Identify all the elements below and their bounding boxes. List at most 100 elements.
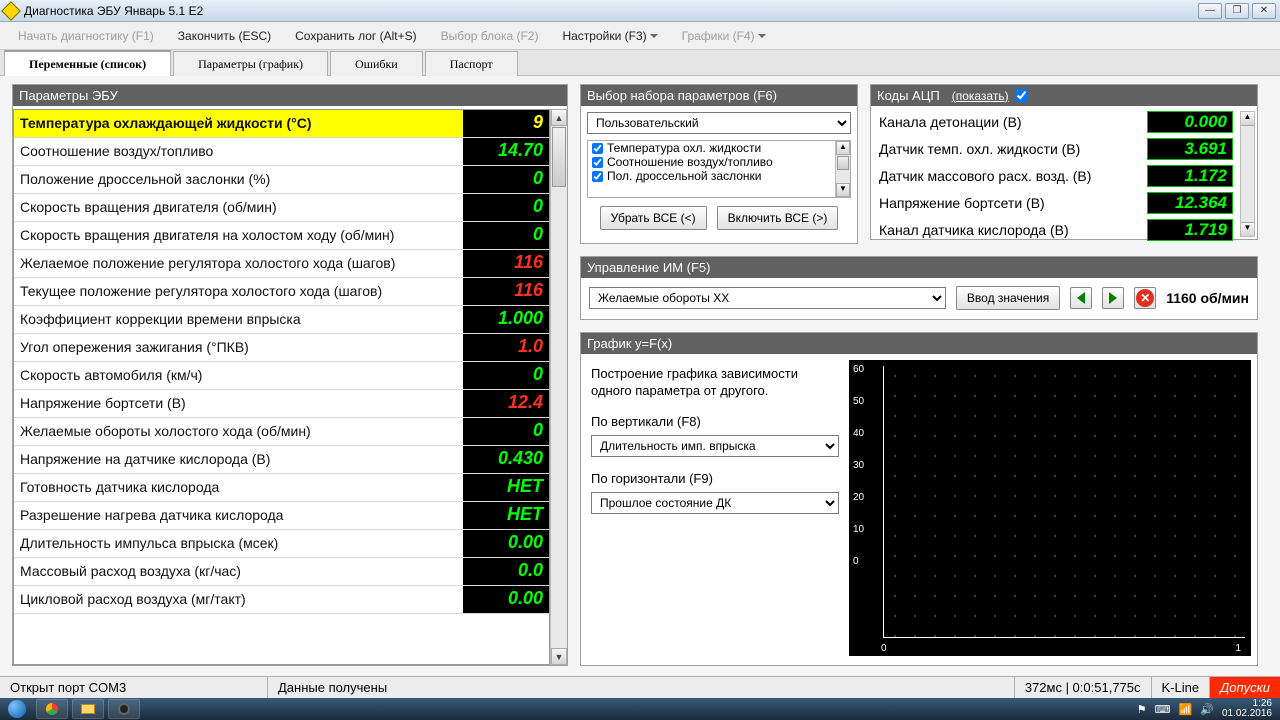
- menu-save-log[interactable]: Сохранить лог (Alt+S): [295, 29, 417, 43]
- param-row[interactable]: Массовый расход воздуха (кг/час)0.0: [14, 558, 549, 586]
- toolbar: Начать диагностику (F1) Закончить (ESC) …: [0, 22, 1280, 50]
- remove-all-button[interactable]: Убрать ВСЕ (<): [600, 206, 707, 230]
- checkbox[interactable]: [592, 143, 603, 154]
- scroll-thumb[interactable]: [837, 156, 849, 170]
- scroll-up-icon[interactable]: ▲: [1241, 112, 1254, 126]
- param-row[interactable]: Скорость вращения двигателя (об/мин)0: [14, 194, 549, 222]
- graph-vlabel: По вертикали (F8): [591, 414, 839, 429]
- tray-keyboard-icon[interactable]: ⌨: [1155, 703, 1171, 716]
- menu-graphs[interactable]: Графики (F4): [682, 29, 766, 43]
- param-value: 0: [463, 194, 549, 221]
- param-value: 12.4: [463, 390, 549, 417]
- param-row[interactable]: Температура охлаждающей жидкости (°C)9: [14, 110, 549, 138]
- param-checklist[interactable]: Температура охл. жидкости Соотношение во…: [587, 140, 851, 198]
- taskbar-app-icon[interactable]: [108, 699, 140, 719]
- checklist-scrollbar[interactable]: ▲ ▼: [835, 141, 850, 197]
- close-button[interactable]: ✕: [1252, 3, 1276, 19]
- taskbar-chrome-icon[interactable]: [36, 699, 68, 719]
- ecu-params-table: Температура охлаждающей жидкости (°C)9Со…: [13, 109, 550, 665]
- checkbox[interactable]: [592, 157, 603, 168]
- status-tolerances[interactable]: Допуски: [1210, 677, 1280, 698]
- tray-clock[interactable]: 1:26 01.02.2016: [1222, 699, 1272, 719]
- adc-body: Канала детонации (В)0.000Датчик темп. ох…: [871, 106, 1257, 245]
- scroll-down-icon[interactable]: ▼: [836, 183, 850, 197]
- param-label: Длительность импульса впрыска (мсек): [14, 530, 463, 557]
- adc-show-checkbox[interactable]: [1015, 89, 1028, 102]
- system-tray[interactable]: ⚑ ⌨ 📶 🔊 1:26 01.02.2016: [1137, 699, 1280, 719]
- param-row[interactable]: Напряжение на датчике кислорода (В)0.430: [14, 446, 549, 474]
- tab-passport[interactable]: Паспорт: [425, 51, 518, 76]
- param-row[interactable]: Разрешение нагрева датчика кислородаНЕТ: [14, 502, 549, 530]
- param-row[interactable]: Скорость автомобиля (км/ч)0: [14, 362, 549, 390]
- x-tick: 1: [1235, 643, 1241, 654]
- param-row[interactable]: Цикловой расход воздуха (мг/такт)0.00: [14, 586, 549, 614]
- tray-flag-icon[interactable]: ⚑: [1137, 703, 1147, 716]
- im-select[interactable]: Желаемые обороты ХХ: [589, 287, 946, 309]
- param-row[interactable]: Скорость вращения двигателя на холостом …: [14, 222, 549, 250]
- param-label: Напряжение бортсети (В): [14, 390, 463, 417]
- param-row[interactable]: Длительность импульса впрыска (мсек)0.00: [14, 530, 549, 558]
- param-row[interactable]: Напряжение бортсети (В)12.4: [14, 390, 549, 418]
- scroll-down-icon[interactable]: ▼: [551, 648, 567, 665]
- start-button[interactable]: [0, 698, 34, 720]
- param-row[interactable]: Положение дроссельной заслонки (%)0: [14, 166, 549, 194]
- tab-variables[interactable]: Переменные (список): [4, 50, 171, 76]
- maximize-button[interactable]: ❐: [1225, 3, 1249, 19]
- ecu-params-header: Параметры ЭБУ: [13, 85, 567, 106]
- im-prev-button[interactable]: [1070, 287, 1092, 309]
- menu-start-diag[interactable]: Начать диагностику (F1): [18, 29, 154, 43]
- windows-orb-icon: [8, 700, 26, 718]
- param-row[interactable]: Соотношение воздух/топливо14.70: [14, 138, 549, 166]
- adc-scrollbar[interactable]: ▲ ▼: [1240, 111, 1255, 237]
- param-value: 0: [463, 222, 549, 249]
- graph-horizontal-select[interactable]: Прошлое состояние ДК: [591, 492, 839, 514]
- param-value: НЕТ: [463, 502, 549, 529]
- graph-controls: Построение графика зависимости одного па…: [581, 354, 849, 662]
- param-row[interactable]: Текущее положение регулятора холостого х…: [14, 278, 549, 306]
- menu-select-block[interactable]: Выбор блока (F2): [441, 29, 539, 43]
- param-label: Положение дроссельной заслонки (%): [14, 166, 463, 193]
- adc-show-link[interactable]: (показать): [952, 89, 1009, 103]
- im-enter-button[interactable]: Ввод значения: [956, 286, 1060, 310]
- minimize-button[interactable]: —: [1198, 3, 1222, 19]
- adc-label: Датчик массового расх. возд. (В): [879, 168, 1141, 184]
- scroll-up-icon[interactable]: ▲: [836, 141, 850, 155]
- scroll-up-icon[interactable]: ▲: [551, 109, 567, 126]
- checkbox[interactable]: [592, 171, 603, 182]
- param-row[interactable]: Желаемое положение регулятора холостого …: [14, 250, 549, 278]
- taskbar-explorer-icon[interactable]: [72, 699, 104, 719]
- tab-errors[interactable]: Ошибки: [330, 51, 423, 76]
- param-label: Угол опережения зажигания (°ПКВ): [14, 334, 463, 361]
- scroll-thumb[interactable]: [552, 127, 566, 187]
- param-row[interactable]: Угол опережения зажигания (°ПКВ)1.0: [14, 334, 549, 362]
- param-label: Текущее положение регулятора холостого х…: [14, 278, 463, 305]
- graph-vertical-select[interactable]: Длительность имп. впрыска: [591, 435, 839, 457]
- im-cancel-button[interactable]: ✕: [1134, 287, 1156, 309]
- im-next-button[interactable]: [1102, 287, 1124, 309]
- include-all-button[interactable]: Включить ВСЕ (>): [717, 206, 839, 230]
- param-check-item[interactable]: Пол. дроссельной заслонки: [588, 169, 850, 183]
- param-row[interactable]: Желаемые обороты холостого хода (об/мин)…: [14, 418, 549, 446]
- window-titlebar: Диагностика ЭБУ Январь 5.1 E2 — ❐ ✕: [0, 0, 1280, 22]
- menu-stop-diag[interactable]: Закончить (ESC): [178, 29, 271, 43]
- param-set-panel: Выбор набора параметров (F6) Пользовател…: [580, 84, 858, 244]
- param-check-item[interactable]: Соотношение воздух/топливо: [588, 155, 850, 169]
- im-header: Управление ИМ (F5): [581, 257, 1257, 278]
- menu-settings[interactable]: Настройки (F3): [562, 29, 657, 43]
- param-set-select[interactable]: Пользовательский: [587, 112, 851, 134]
- param-value: 0.0: [463, 558, 549, 585]
- adc-row: Канал датчика кислорода (В)1.719: [873, 216, 1239, 243]
- param-value: 0: [463, 362, 549, 389]
- scroll-down-icon[interactable]: ▼: [1241, 222, 1254, 236]
- tray-network-icon[interactable]: 📶: [1179, 703, 1193, 716]
- param-check-item[interactable]: Температура охл. жидкости: [588, 141, 850, 155]
- tray-sound-icon[interactable]: 🔊: [1200, 703, 1214, 716]
- param-value: 0.00: [463, 586, 549, 613]
- param-row[interactable]: Коэффициент коррекции времени впрыска1.0…: [14, 306, 549, 334]
- tab-parameters[interactable]: Параметры (график): [173, 51, 328, 76]
- status-kline: K-Line: [1152, 677, 1211, 698]
- param-row[interactable]: Готовность датчика кислородаНЕТ: [14, 474, 549, 502]
- adc-row: Канала детонации (В)0.000: [873, 108, 1239, 135]
- ecu-params-scrollbar[interactable]: ▲ ▼: [550, 109, 567, 665]
- param-label: Скорость вращения двигателя (об/мин): [14, 194, 463, 221]
